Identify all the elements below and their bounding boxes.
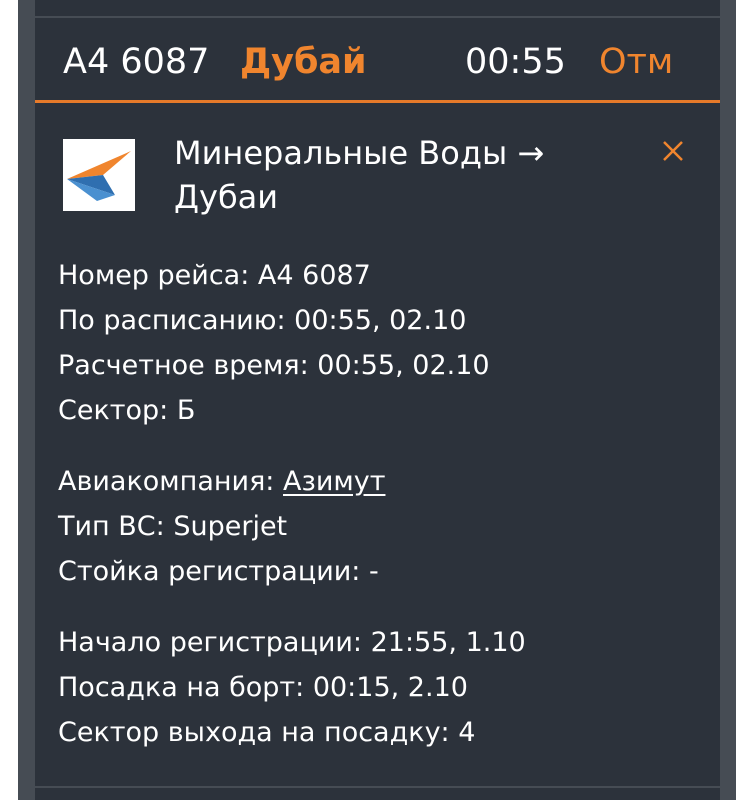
detail-value: 00:55, 02.10 bbox=[294, 305, 467, 336]
detail-label: Сектор выхода на посадку: bbox=[58, 717, 450, 748]
detail-label: Номер рейса: bbox=[58, 260, 250, 291]
flight-panel: A4 6087 Дубай 00:55 Отм Минеральные Воды… bbox=[35, 0, 720, 800]
detail-label: Сектор: bbox=[58, 395, 169, 426]
detail-aircraft: Тип ВС: Superjet bbox=[58, 504, 698, 549]
detail-value: Superjet bbox=[173, 511, 288, 542]
detail-value: 00:55, 02.10 bbox=[317, 350, 490, 381]
detail-label: Начало регистрации: bbox=[58, 627, 363, 658]
detail-boarding: Посадка на борт: 00:15, 2.10 bbox=[58, 665, 698, 710]
detail-checkin-start: Начало регистрации: 21:55, 1.10 bbox=[58, 620, 698, 665]
divider bbox=[35, 786, 720, 788]
airline-link[interactable]: Азимут bbox=[283, 466, 385, 497]
detail-label: Авиакомпания: bbox=[58, 466, 275, 497]
detail-label: Стойка регистрации: bbox=[58, 556, 361, 587]
detail-sector: Сектор: Б bbox=[58, 388, 698, 433]
destination: Дубай bbox=[240, 42, 367, 82]
detail-value: 21:55, 1.10 bbox=[370, 627, 526, 658]
flight-row[interactable]: A4 6087 Дубай 00:55 Отм bbox=[35, 18, 720, 102]
detail-estimated: Расчетное время: 00:55, 02.10 bbox=[58, 343, 698, 388]
detail-scheduled: По расписанию: 00:55, 02.10 bbox=[58, 298, 698, 343]
detail-label: Тип ВС: bbox=[58, 511, 165, 542]
flight-number: A4 6087 bbox=[63, 42, 210, 82]
detail-label: Посадка на борт: bbox=[58, 672, 305, 703]
close-icon[interactable] bbox=[660, 138, 686, 164]
flight-details: Номер рейса: A4 6087 По расписанию: 00:5… bbox=[58, 253, 698, 755]
departure-time: 00:55 bbox=[465, 42, 566, 82]
detail-value: - bbox=[369, 556, 379, 587]
accent-divider bbox=[35, 100, 720, 103]
detail-label: Расчетное время: bbox=[58, 350, 309, 381]
detail-airline: Авиакомпания: Азимут bbox=[58, 459, 698, 504]
detail-value: 4 bbox=[458, 717, 476, 748]
route-title: Минеральные Воды → Дубаи bbox=[174, 134, 545, 216]
detail-value: A4 6087 bbox=[257, 260, 371, 291]
detail-label: По расписанию: bbox=[58, 305, 286, 336]
detail-value: 00:15, 2.10 bbox=[312, 672, 468, 703]
detail-value: Б bbox=[176, 395, 196, 426]
status-badge: Отм bbox=[599, 42, 674, 82]
detail-checkin-desk: Стойка регистрации: - bbox=[58, 549, 698, 594]
azimuth-logo-icon bbox=[63, 139, 135, 211]
detail-flight-number: Номер рейса: A4 6087 bbox=[58, 253, 698, 298]
detail-gate-sector: Сектор выхода на посадку: 4 bbox=[58, 710, 698, 755]
